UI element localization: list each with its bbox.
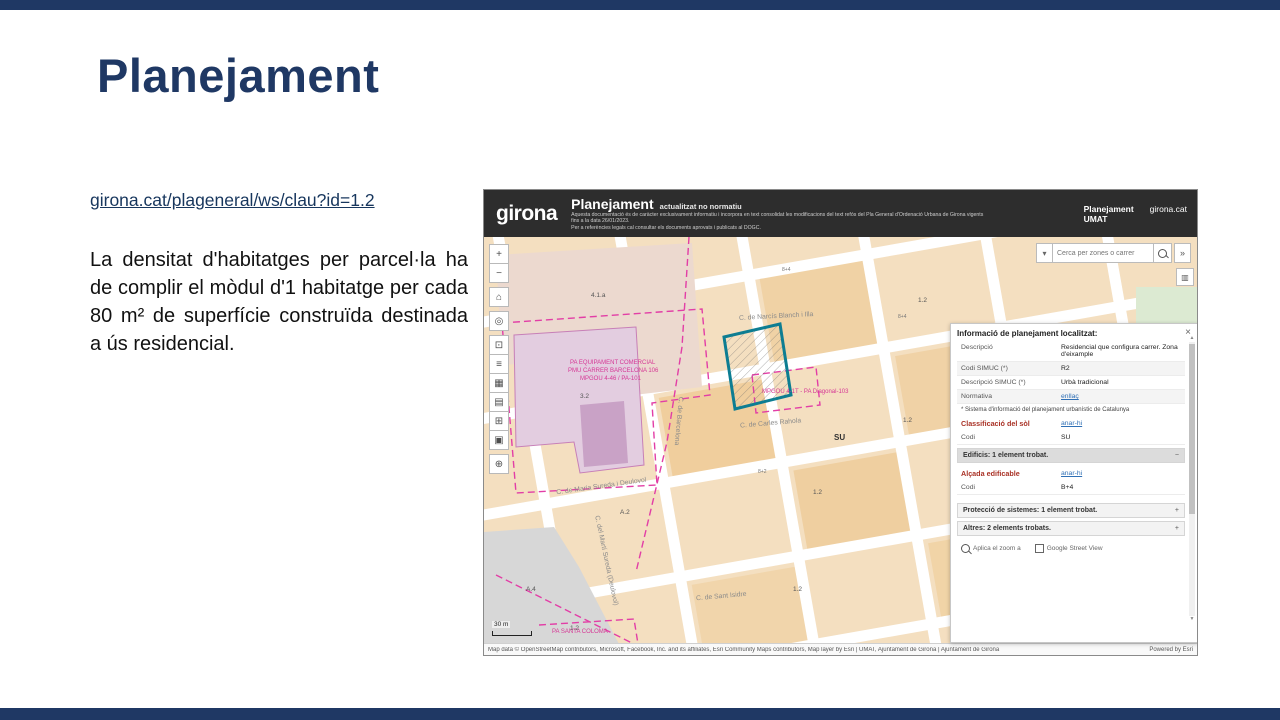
street-view-icon <box>1035 544 1044 553</box>
panel-footer: Aplica el zoom a Google Street View <box>957 539 1185 558</box>
search-icon <box>1158 249 1167 258</box>
double-chevron-right-icon: » <box>1180 248 1185 258</box>
row-value: Residencial que configura carrer. Zona d… <box>1061 344 1181 358</box>
attribution-text: Map data © OpenStreetMap contributors, M… <box>484 647 1145 653</box>
row-label: Codi SIMUC (*) <box>961 365 1061 372</box>
row-value: R2 <box>1061 365 1181 372</box>
street-view-action[interactable]: Google Street View <box>1035 544 1103 553</box>
measure-button[interactable]: ⊞ <box>489 411 509 431</box>
expand-plus-icon[interactable]: + <box>1175 525 1179 532</box>
slide-bottom-accent-bar <box>0 708 1280 720</box>
normativa-link[interactable]: enllaç <box>1061 393 1181 400</box>
table-row: Codi B+4 <box>957 481 1185 495</box>
group-title: Protecció de sistemes: 1 element trobat. <box>963 507 1097 514</box>
header-link-planejament[interactable]: Planejament <box>1084 204 1134 214</box>
section-alcada: Alçada edificable anar-hi <box>957 466 1185 481</box>
planning-info-panel: Informació de planejament localitzat: × … <box>950 323 1197 643</box>
home-button[interactable]: ⌂ <box>489 287 509 307</box>
search-button[interactable] <box>1153 243 1172 263</box>
section-title: Classificació del sòl <box>961 419 1061 428</box>
page-title: Planejament <box>97 48 379 103</box>
section-classificacio: Classificació del sòl anar-hi <box>957 416 1185 431</box>
group-header-altres[interactable]: Altres: 2 elements trobats. + <box>957 521 1185 536</box>
table-row: Codi SU <box>957 431 1185 445</box>
anar-hi-link[interactable]: anar-hi <box>1061 470 1181 477</box>
street-view-label: Google Street View <box>1047 545 1103 552</box>
header-link-umat[interactable]: UMAT <box>1084 214 1187 224</box>
row-label: Descripció <box>961 344 1061 358</box>
search-input[interactable] <box>1053 243 1153 263</box>
section-title: Alçada edificable <box>961 469 1061 478</box>
row-label: Codi <box>961 484 1061 491</box>
app-header-center: Planejament actualitzat no normatiu Aque… <box>571 196 991 232</box>
legend-button[interactable]: ≡ <box>489 354 509 374</box>
map-scale-bar: 30 m <box>492 613 532 636</box>
disclaimer-line-2: Per a referències legals cal consultar e… <box>571 225 991 232</box>
row-value: SU <box>1061 434 1181 441</box>
body-text: La densitat d'habitatges per parcel·la h… <box>90 246 468 358</box>
apply-zoom-action[interactable]: Aplica el zoom a <box>961 544 1021 553</box>
group-title: Altres: 2 elements trobats. <box>963 525 1051 532</box>
scroll-up-icon[interactable]: ▲ <box>1189 336 1195 341</box>
search-bar: ▾ » <box>1036 243 1191 263</box>
app-header-links: Planejament girona.cat UMAT <box>1084 204 1187 224</box>
collapse-minus-icon[interactable]: − <box>1175 452 1179 459</box>
anar-hi-link[interactable]: anar-hi <box>1061 420 1181 427</box>
search-expand-button[interactable]: » <box>1174 243 1191 263</box>
row-label: Descripció SIMUC (*) <box>961 379 1061 386</box>
zoom-icon <box>961 544 970 553</box>
print-button[interactable]: ▣ <box>489 430 509 450</box>
locate-button[interactable]: ◎ <box>489 311 509 331</box>
search-scope-dropdown[interactable]: ▾ <box>1036 243 1053 263</box>
row-label: Normativa <box>961 393 1061 400</box>
scroll-down-icon[interactable]: ▼ <box>1189 617 1195 622</box>
header-link-girona-cat[interactable]: girona.cat <box>1150 204 1187 214</box>
map-attribution-bar: Map data © OpenStreetMap contributors, M… <box>484 643 1197 655</box>
table-row: Codi SIMUC (*) R2 <box>957 362 1185 376</box>
slide-top-accent-bar <box>0 0 1280 10</box>
layers-panel-icon: ▥ <box>1181 273 1189 282</box>
scale-label: 30 m <box>492 621 510 628</box>
fullscreen-button[interactable]: ⊡ <box>489 335 509 355</box>
pan-button[interactable]: ⊕ <box>489 454 509 474</box>
panel-scrollbar[interactable] <box>1189 342 1195 616</box>
table-row: Descripció SIMUC (*) Urbà tradicional <box>957 376 1185 390</box>
side-panel-toggle-button[interactable]: ▥ <box>1176 268 1194 286</box>
row-value: Urbà tradicional <box>1061 379 1181 386</box>
scrollbar-thumb[interactable] <box>1189 344 1195 514</box>
row-value: B+4 <box>1061 484 1181 491</box>
girona-logo: girona <box>496 202 557 226</box>
layers-button[interactable]: ▤ <box>489 392 509 412</box>
powered-by-esri: Powered by Esri <box>1145 647 1197 653</box>
group-header-proteccio[interactable]: Protecció de sistemes: 1 element trobat.… <box>957 503 1185 518</box>
row-label: Codi <box>961 434 1061 441</box>
map-toolbar: + − ⌂ ◎ ⊡ ≡ ▦ ▤ ⊞ ▣ ⊕ <box>489 244 509 473</box>
app-title: Planejament <box>571 196 653 212</box>
scale-line <box>492 631 532 636</box>
app-header: girona Planejament actualitzat no normat… <box>484 190 1197 237</box>
disclaimer-line-1: Aquesta documentació és de caràcter excl… <box>571 212 991 225</box>
selected-parcel[interactable] <box>724 324 791 409</box>
chevron-down-icon: ▾ <box>1042 249 1046 258</box>
app-subtitle: actualitzat no normatiu <box>660 202 742 211</box>
group-title: Edificis: 1 element trobat. <box>963 452 1048 459</box>
zoom-out-button[interactable]: − <box>489 263 509 283</box>
table-row: Normativa enllaç <box>957 390 1185 404</box>
source-link[interactable]: girona.cat/plageneral/ws/clau?id=1.2 <box>90 190 375 211</box>
zoom-in-button[interactable]: + <box>489 244 509 264</box>
panel-title: Informació de planejament localitzat: <box>957 329 1097 338</box>
planejament-app-screenshot: girona Planejament actualitzat no normat… <box>484 190 1197 655</box>
group-header-edificis[interactable]: Edificis: 1 element trobat. − <box>957 448 1185 463</box>
panel-footnote: * Sistema d'informació del planejament u… <box>957 404 1185 416</box>
basemap-button[interactable]: ▦ <box>489 373 509 393</box>
table-row: Descripció Residencial que configura car… <box>957 341 1185 362</box>
apply-zoom-label: Aplica el zoom a <box>973 545 1021 552</box>
expand-plus-icon[interactable]: + <box>1175 507 1179 514</box>
